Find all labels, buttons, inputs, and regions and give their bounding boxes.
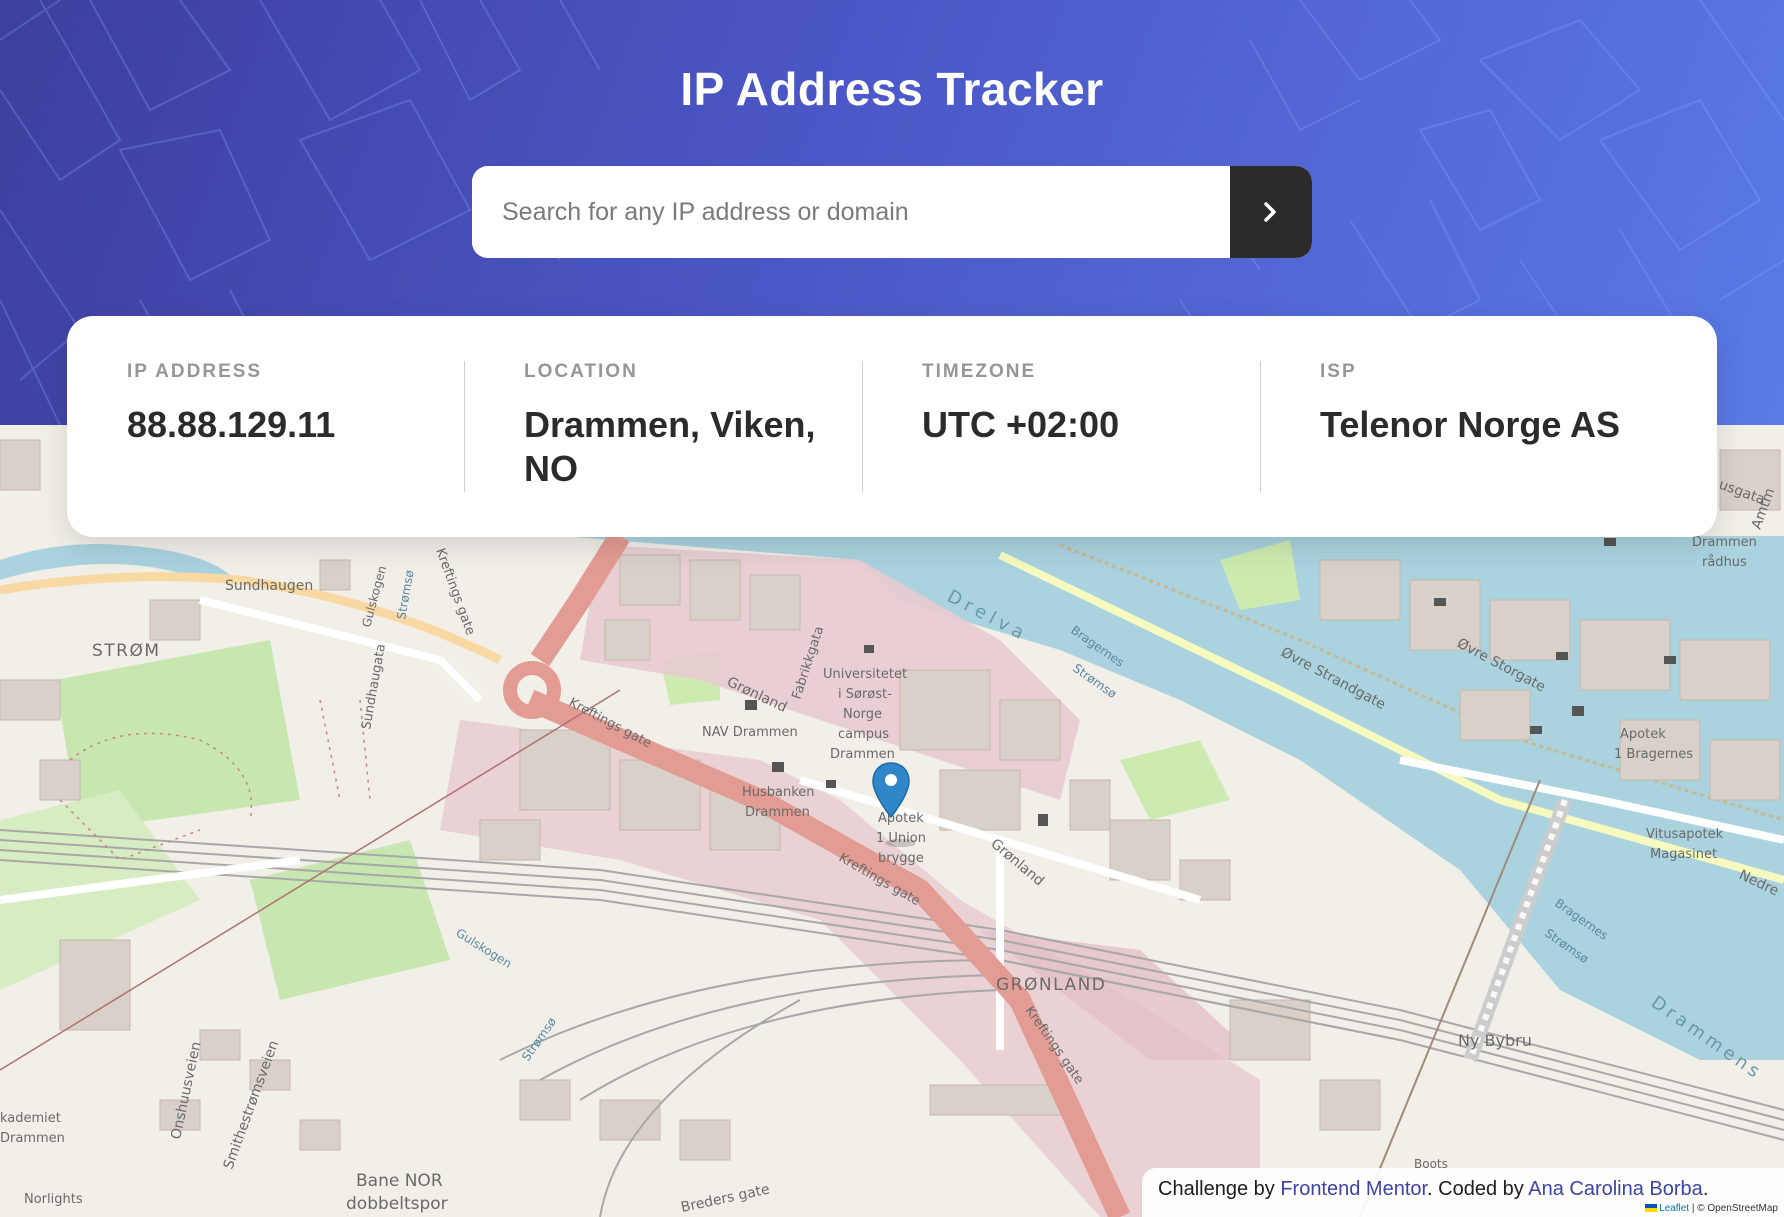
map-label: kademiet xyxy=(0,1111,61,1126)
info-card: IP ADDRESS 88.88.129.11 LOCATION Drammen… xyxy=(67,316,1717,537)
info-label: IP ADDRESS xyxy=(127,361,263,382)
author-link[interactable]: Ana Carolina Borba xyxy=(1528,1178,1703,1200)
map-label: Drammen xyxy=(745,805,810,820)
osm-attribution: | © OpenStreetMap xyxy=(1689,1203,1778,1214)
leaflet-link[interactable]: Leaflet xyxy=(1659,1203,1689,1214)
map-label: Bane NOR xyxy=(356,1171,443,1191)
timezone-panel: TIMEZONE UTC +02:00 xyxy=(862,361,1260,537)
isp-value: Telenor Norge AS xyxy=(1320,404,1621,445)
info-label: LOCATION xyxy=(524,361,638,382)
map-label: Universitetet xyxy=(823,667,907,682)
map-label: rådhus xyxy=(1702,555,1747,570)
map-label: NAV Drammen xyxy=(702,725,798,740)
chevron-right-icon xyxy=(1264,202,1276,222)
map-label: brygge xyxy=(878,851,924,866)
map-label: Husbanken xyxy=(742,785,815,800)
attribution-text: Challenge by Frontend Mentor. Coded by A… xyxy=(1158,1178,1708,1201)
map-view[interactable]: STRØM Sundhaugen GRØNLAND Grønland Grønl… xyxy=(0,425,1784,1217)
location-pin-icon[interactable] xyxy=(871,761,915,847)
map-label: Vitusapotek xyxy=(1646,827,1724,842)
map-attribution: Leaflet | © OpenStreetMap xyxy=(1645,1203,1778,1214)
location-value: Drammen, Viken, NO xyxy=(524,404,816,489)
timezone-value: UTC +02:00 xyxy=(922,404,1120,445)
map-label: Sundhaugen xyxy=(225,578,313,594)
map-label: Ny Bybru xyxy=(1458,1031,1532,1050)
map-label: Magasinet xyxy=(1650,847,1717,862)
info-label: TIMEZONE xyxy=(922,361,1037,382)
attribution-prefix: Challenge by xyxy=(1158,1178,1281,1200)
page-title: IP Address Tracker xyxy=(680,63,1104,115)
isp-panel: ISP Telenor Norge AS xyxy=(1260,361,1657,537)
map-label: dobbeltspor xyxy=(346,1194,448,1214)
map-label: Drammen xyxy=(830,747,895,762)
map-label: 1 Bragernes xyxy=(1614,747,1693,762)
map-label: Drammen xyxy=(0,1131,65,1146)
info-label: ISP xyxy=(1320,361,1357,382)
attribution: Challenge by Frontend Mentor. Coded by A… xyxy=(1142,1168,1784,1217)
ip-address-value: 88.88.129.11 xyxy=(127,404,336,445)
ip-address-panel: IP ADDRESS 88.88.129.11 xyxy=(67,361,464,537)
map-label: GRØNLAND xyxy=(996,975,1106,995)
map-label: campus xyxy=(838,727,889,742)
map-label: i Sørøst- xyxy=(838,687,892,702)
search-submit-button[interactable] xyxy=(1230,166,1312,258)
map-label: Apotek xyxy=(1620,727,1666,742)
map-label: Norlights xyxy=(24,1192,83,1207)
attribution-suffix: . xyxy=(1702,1178,1709,1200)
map-label: Norge xyxy=(843,707,882,722)
attribution-middle: . Coded by xyxy=(1427,1178,1529,1200)
search-bar xyxy=(472,166,1312,258)
map-label: STRØM xyxy=(92,641,161,661)
search-input[interactable] xyxy=(472,166,1230,258)
map-label: Drammen xyxy=(1692,535,1757,550)
frontend-mentor-link[interactable]: Frontend Mentor xyxy=(1280,1178,1427,1200)
ukraine-flag-icon xyxy=(1645,1204,1658,1212)
location-panel: LOCATION Drammen, Viken, NO xyxy=(464,361,862,537)
